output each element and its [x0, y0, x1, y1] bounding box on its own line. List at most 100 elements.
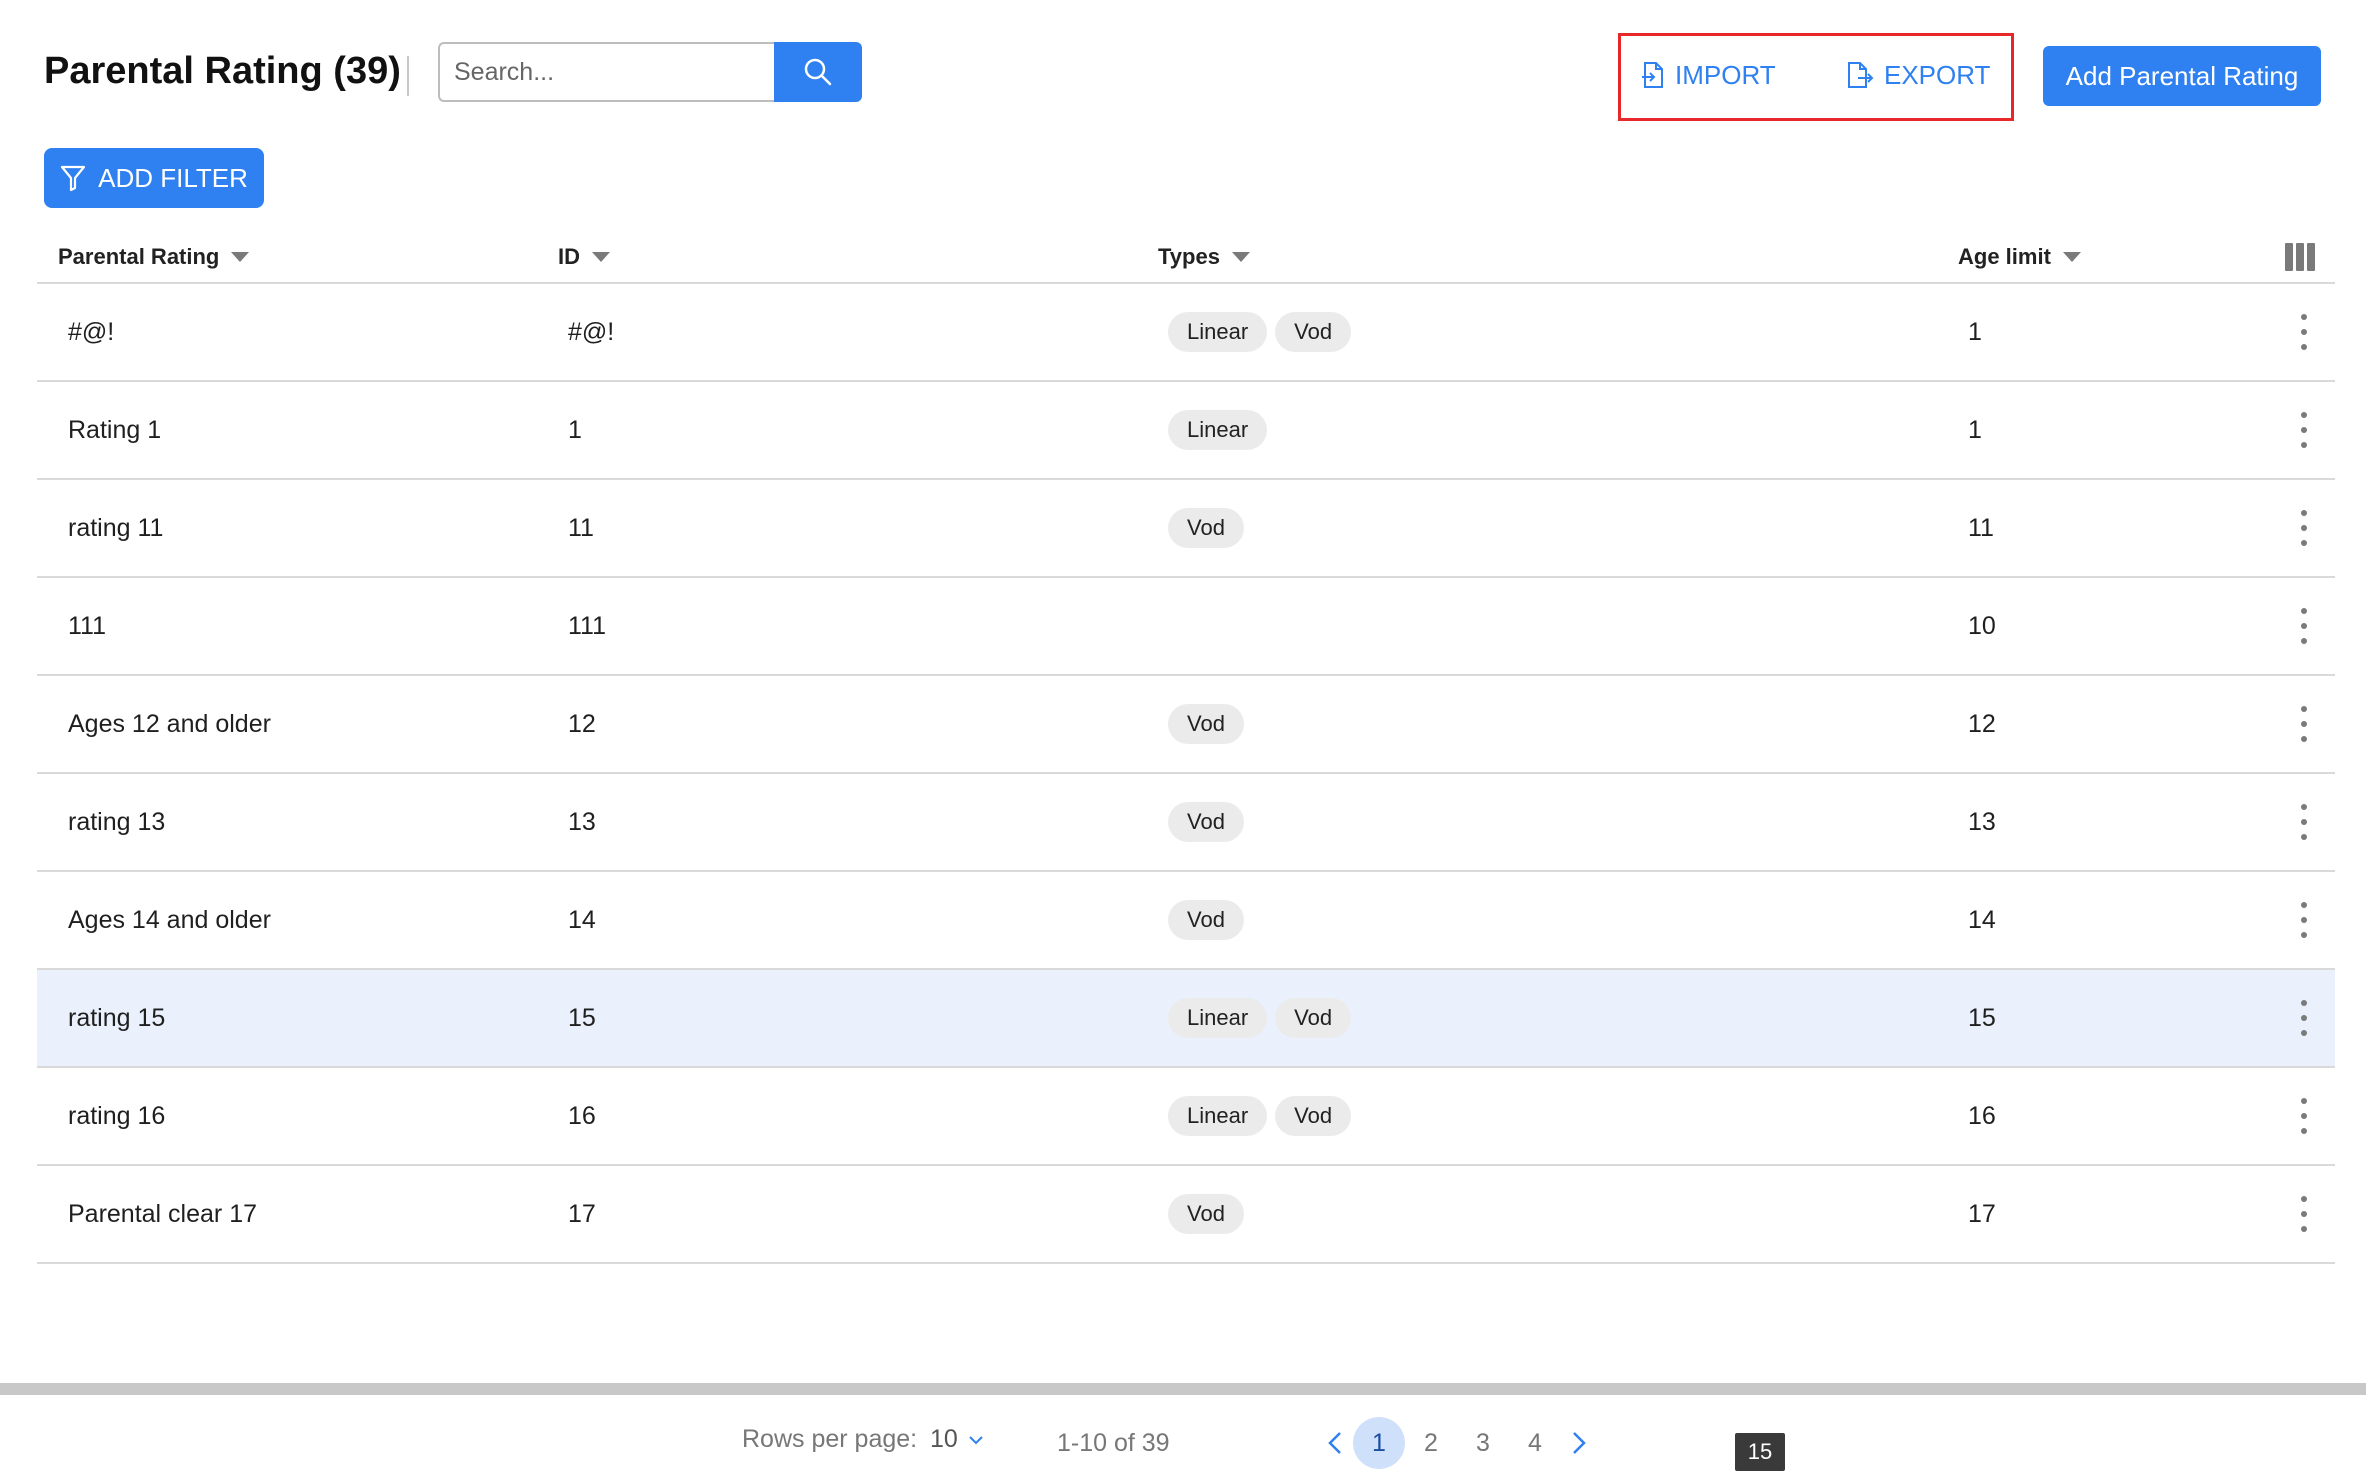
chevron-left-icon [1328, 1432, 1341, 1454]
cell-parental-rating: rating 15 [68, 1003, 166, 1032]
columns-icon[interactable] [2285, 243, 2315, 271]
cell-id: 17 [568, 1199, 596, 1228]
table-body: #@! #@! Linear Vod 1 Rating 1 1 Linear 1 rating 1… [37, 284, 2335, 1264]
table-row[interactable]: rating 15 15 Linear Vod 15 [37, 970, 2335, 1068]
cell-types: Vod [1168, 676, 1244, 772]
table-row[interactable]: Rating 1 1 Linear 1 [37, 382, 2335, 480]
cell-types: Linear [1168, 382, 1268, 478]
cell-age-limit: 17 [1968, 1199, 1996, 1228]
parental-rating-table: Parental Rating ID Types Age limit #@! #@… [37, 236, 2335, 1264]
table-row[interactable]: rating 16 16 Linear Vod 16 [37, 1068, 2335, 1166]
cell-parental-rating: #@! [68, 317, 115, 346]
row-menu-icon[interactable] [2297, 1098, 2311, 1134]
export-label: EXPORT [1884, 59, 1991, 90]
import-label: IMPORT [1675, 59, 1776, 90]
sort-arrow-icon [1231, 252, 1250, 262]
row-menu-icon[interactable] [2297, 510, 2311, 546]
cell-age-limit: 12 [1968, 709, 1996, 738]
column-header-parental-rating[interactable]: Parental Rating [58, 244, 250, 270]
cell-types: Vod [1168, 480, 1244, 576]
type-chip: Vod [1275, 998, 1352, 1038]
add-parental-rating-button[interactable]: Add Parental Rating [2043, 46, 2321, 106]
cell-parental-rating: rating 11 [68, 513, 164, 542]
page-number-button[interactable]: 3 [1457, 1417, 1509, 1469]
add-filter-button[interactable]: ADD FILTER [44, 148, 264, 208]
cell-age-limit: 1 [1968, 317, 1982, 346]
title-divider [407, 56, 409, 96]
cell-parental-rating: Parental clear 17 [68, 1199, 258, 1228]
import-button[interactable]: IMPORT [1641, 55, 1776, 95]
cell-age-limit: 1 [1968, 415, 1982, 444]
rows-per-page-label: Rows per page: [742, 1425, 918, 1453]
chevron-right-icon [1573, 1432, 1586, 1454]
page-number-button[interactable]: 2 [1405, 1417, 1457, 1469]
cell-id: 111 [568, 611, 607, 640]
cell-parental-rating: rating 13 [68, 807, 166, 836]
next-page-button[interactable] [1561, 1417, 1597, 1469]
top-bar: Parental Rating (39) IMPORT EXPORT Add P [0, 0, 2366, 130]
column-header-age-limit[interactable]: Age limit [1958, 244, 2081, 270]
cell-id: 11 [568, 513, 594, 542]
pagination: 1234 [1317, 1417, 1597, 1469]
cell-parental-rating: Rating 1 [68, 415, 162, 444]
cell-types: Vod [1168, 774, 1244, 870]
chevron-down-icon [969, 1435, 983, 1444]
row-menu-icon[interactable] [2297, 1196, 2311, 1232]
table-row[interactable]: #@! #@! Linear Vod 1 [37, 284, 2335, 382]
table-row[interactable]: 111 111 10 [37, 578, 2335, 676]
sort-arrow-icon [231, 252, 250, 262]
row-menu-icon[interactable] [2297, 804, 2311, 840]
cell-types: Linear Vod [1168, 284, 1352, 380]
cell-id: 16 [568, 1101, 596, 1130]
cell-id: 1 [568, 415, 582, 444]
prev-page-button[interactable] [1317, 1417, 1353, 1469]
row-menu-icon[interactable] [2297, 1000, 2311, 1036]
filter-icon [61, 165, 86, 192]
search-icon [804, 58, 832, 86]
footer-separator [0, 1383, 2366, 1395]
cell-parental-rating: rating 16 [68, 1101, 166, 1130]
page-number-button[interactable]: 4 [1509, 1417, 1561, 1469]
row-menu-icon[interactable] [2297, 412, 2311, 448]
cell-parental-rating: Ages 14 and older [68, 905, 271, 934]
row-menu-icon[interactable] [2297, 902, 2311, 938]
export-button[interactable]: EXPORT [1846, 55, 1990, 95]
table-row[interactable]: Ages 12 and older 12 Vod 12 [37, 676, 2335, 774]
type-chip: Vod [1168, 900, 1244, 940]
row-menu-icon[interactable] [2297, 706, 2311, 742]
row-menu-icon[interactable] [2297, 608, 2311, 644]
sort-arrow-icon [2062, 252, 2081, 262]
cell-types: Vod [1168, 872, 1244, 968]
type-chip: Vod [1275, 312, 1352, 352]
type-chip: Vod [1168, 1194, 1244, 1234]
cell-types: Vod [1168, 1166, 1244, 1262]
cell-id: 12 [568, 709, 596, 738]
search-input[interactable] [438, 42, 774, 102]
type-chip: Linear [1168, 312, 1268, 352]
cell-age-limit: 15 [1968, 1003, 1996, 1032]
row-menu-icon[interactable] [2297, 314, 2311, 350]
page-range: 1-10 of 39 [1057, 1429, 1170, 1457]
cell-id: 13 [568, 807, 596, 836]
cell-age-limit: 11 [1968, 513, 1994, 542]
type-chip: Linear [1168, 998, 1268, 1038]
search-button[interactable] [774, 42, 862, 102]
rows-per-page-value: 10 [930, 1425, 958, 1453]
column-header-id[interactable]: ID [558, 244, 610, 270]
page-number-button[interactable]: 1 [1353, 1417, 1405, 1469]
column-header-types[interactable]: Types [1158, 244, 1250, 270]
type-chip: Linear [1168, 1096, 1268, 1136]
table-row[interactable]: rating 11 11 Vod 11 [37, 480, 2335, 578]
type-chip: Vod [1168, 802, 1244, 842]
table-row[interactable]: Parental clear 17 17 Vod 17 [37, 1166, 2335, 1264]
table-row[interactable]: Ages 14 and older 14 Vod 14 [37, 872, 2335, 970]
table-row[interactable]: rating 13 13 Vod 13 [37, 774, 2335, 872]
pagination-footer: Rows per page: 10 1-10 of 39 1234 15 [0, 1395, 2366, 1484]
cell-age-limit: 14 [1968, 905, 1996, 934]
cell-id: #@! [568, 317, 615, 346]
cell-age-limit: 16 [1968, 1101, 1996, 1130]
type-chip: Vod [1168, 508, 1244, 548]
rows-per-page-select[interactable]: 10 [930, 1425, 984, 1454]
page-numbers: 1234 [1353, 1417, 1561, 1469]
cell-types: Linear Vod [1168, 970, 1352, 1066]
